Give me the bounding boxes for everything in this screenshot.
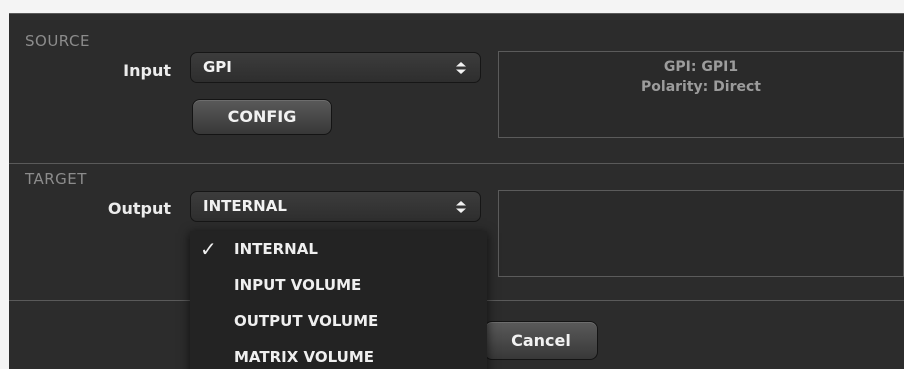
info-polarity-line: Polarity: Direct xyxy=(641,79,761,95)
dropdown-option-output-volume[interactable]: OUTPUT VOLUME xyxy=(190,303,487,339)
output-select[interactable]: INTERNAL xyxy=(190,191,481,222)
top-divider xyxy=(9,13,904,14)
dropdown-option-label: INPUT VOLUME xyxy=(234,276,362,294)
gpi-settings-panel: SOURCE Input GPI CONFIG GPI: GPI1 Polari… xyxy=(9,13,904,369)
output-dropdown-menu: ✓ INTERNAL INPUT VOLUME OUTPUT VOLUME MA… xyxy=(190,231,487,369)
output-select-value: INTERNAL xyxy=(203,197,287,215)
section-divider xyxy=(9,163,904,164)
input-select[interactable]: GPI xyxy=(190,52,481,83)
dropdown-option-matrix-volume[interactable]: MATRIX VOLUME xyxy=(190,339,487,369)
up-down-chevron-icon xyxy=(456,62,466,74)
checkmark-icon: ✓ xyxy=(200,237,217,261)
source-heading: SOURCE xyxy=(25,32,90,50)
output-label: Output xyxy=(107,199,171,218)
dropdown-option-input-volume[interactable]: INPUT VOLUME xyxy=(190,267,487,303)
target-heading: TARGET xyxy=(25,170,87,188)
cancel-button[interactable]: Cancel xyxy=(484,321,598,360)
dropdown-option-label: MATRIX VOLUME xyxy=(234,348,374,366)
input-select-value: GPI xyxy=(203,58,232,76)
dropdown-option-label: INTERNAL xyxy=(234,240,318,258)
up-down-chevron-icon xyxy=(456,201,466,213)
target-info-box xyxy=(498,190,904,277)
input-label: Input xyxy=(123,61,171,80)
dropdown-option-internal[interactable]: ✓ INTERNAL xyxy=(190,231,487,267)
config-button[interactable]: CONFIG xyxy=(192,99,332,135)
source-info-box: GPI: GPI1 Polarity: Direct xyxy=(498,51,904,138)
info-gpi-line: GPI: GPI1 xyxy=(663,59,739,75)
dropdown-option-label: OUTPUT VOLUME xyxy=(234,312,379,330)
